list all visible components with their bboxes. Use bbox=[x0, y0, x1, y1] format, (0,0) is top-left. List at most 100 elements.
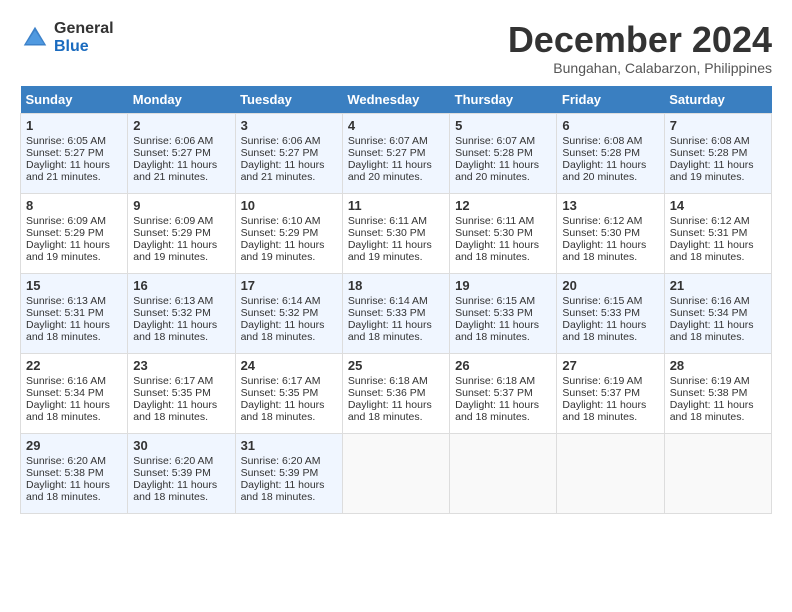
day-info-line: Sunrise: 6:20 AM bbox=[26, 455, 122, 467]
day-info-line: Sunrise: 6:17 AM bbox=[133, 375, 229, 387]
day-info-line: Sunset: 5:27 PM bbox=[241, 147, 337, 159]
day-number: 9 bbox=[133, 198, 229, 213]
day-number: 17 bbox=[241, 278, 337, 293]
logo: General Blue bbox=[20, 20, 114, 55]
day-number: 25 bbox=[348, 358, 444, 373]
day-info-line: Sunrise: 6:13 AM bbox=[26, 295, 122, 307]
day-info-line: and 20 minutes. bbox=[348, 171, 444, 183]
day-info-line: Sunset: 5:33 PM bbox=[455, 307, 551, 319]
day-info-line: Sunset: 5:27 PM bbox=[26, 147, 122, 159]
day-info-line: Sunrise: 6:07 AM bbox=[348, 135, 444, 147]
day-info-line: Daylight: 11 hours bbox=[455, 239, 551, 251]
day-info-line: Sunset: 5:27 PM bbox=[133, 147, 229, 159]
day-number: 12 bbox=[455, 198, 551, 213]
col-header-monday: Monday bbox=[128, 86, 235, 114]
calendar-week-row: 1Sunrise: 6:05 AMSunset: 5:27 PMDaylight… bbox=[21, 113, 772, 193]
calendar-cell: 9Sunrise: 6:09 AMSunset: 5:29 PMDaylight… bbox=[128, 193, 235, 273]
calendar-cell: 24Sunrise: 6:17 AMSunset: 5:35 PMDayligh… bbox=[235, 353, 342, 433]
day-info-line: and 18 minutes. bbox=[26, 491, 122, 503]
calendar-cell: 25Sunrise: 6:18 AMSunset: 5:36 PMDayligh… bbox=[342, 353, 449, 433]
day-info-line: and 19 minutes. bbox=[241, 251, 337, 263]
day-info-line: Daylight: 11 hours bbox=[348, 159, 444, 171]
calendar-cell: 12Sunrise: 6:11 AMSunset: 5:30 PMDayligh… bbox=[450, 193, 557, 273]
day-info-line: Sunset: 5:31 PM bbox=[670, 227, 766, 239]
day-number: 4 bbox=[348, 118, 444, 133]
day-info-line: and 19 minutes. bbox=[348, 251, 444, 263]
day-info-line: Daylight: 11 hours bbox=[670, 159, 766, 171]
day-number: 1 bbox=[26, 118, 122, 133]
day-number: 13 bbox=[562, 198, 658, 213]
day-number: 21 bbox=[670, 278, 766, 293]
month-title: December 2024 bbox=[508, 20, 772, 60]
day-info-line: Sunrise: 6:15 AM bbox=[562, 295, 658, 307]
day-info-line: Daylight: 11 hours bbox=[455, 319, 551, 331]
day-info-line: Sunset: 5:28 PM bbox=[562, 147, 658, 159]
day-number: 11 bbox=[348, 198, 444, 213]
day-info-line: Daylight: 11 hours bbox=[241, 319, 337, 331]
day-info-line: Sunrise: 6:18 AM bbox=[348, 375, 444, 387]
day-info-line: Sunrise: 6:12 AM bbox=[562, 215, 658, 227]
day-info-line: Daylight: 11 hours bbox=[670, 399, 766, 411]
calendar-cell: 20Sunrise: 6:15 AMSunset: 5:33 PMDayligh… bbox=[557, 273, 664, 353]
day-info-line: Sunset: 5:33 PM bbox=[562, 307, 658, 319]
calendar-cell: 27Sunrise: 6:19 AMSunset: 5:37 PMDayligh… bbox=[557, 353, 664, 433]
day-info-line: Sunset: 5:30 PM bbox=[348, 227, 444, 239]
day-info-line: and 21 minutes. bbox=[241, 171, 337, 183]
day-number: 14 bbox=[670, 198, 766, 213]
day-info-line: Daylight: 11 hours bbox=[241, 239, 337, 251]
day-info-line: Sunrise: 6:07 AM bbox=[455, 135, 551, 147]
day-info-line: Daylight: 11 hours bbox=[562, 399, 658, 411]
day-number: 15 bbox=[26, 278, 122, 293]
day-number: 16 bbox=[133, 278, 229, 293]
day-info-line: Sunrise: 6:05 AM bbox=[26, 135, 122, 147]
logo-icon bbox=[20, 23, 50, 53]
day-number: 2 bbox=[133, 118, 229, 133]
day-info-line: Sunset: 5:39 PM bbox=[133, 467, 229, 479]
day-info-line: Daylight: 11 hours bbox=[26, 399, 122, 411]
day-info-line: Sunset: 5:28 PM bbox=[455, 147, 551, 159]
day-info-line: Sunrise: 6:11 AM bbox=[455, 215, 551, 227]
day-number: 26 bbox=[455, 358, 551, 373]
day-info-line: Sunrise: 6:12 AM bbox=[670, 215, 766, 227]
day-info-line: Sunset: 5:29 PM bbox=[26, 227, 122, 239]
day-info-line: Daylight: 11 hours bbox=[133, 479, 229, 491]
day-info-line: Sunrise: 6:06 AM bbox=[133, 135, 229, 147]
day-info-line: Sunset: 5:35 PM bbox=[133, 387, 229, 399]
day-info-line: Daylight: 11 hours bbox=[26, 159, 122, 171]
day-info-line: and 18 minutes. bbox=[455, 251, 551, 263]
day-info-line: and 18 minutes. bbox=[670, 251, 766, 263]
calendar-cell: 13Sunrise: 6:12 AMSunset: 5:30 PMDayligh… bbox=[557, 193, 664, 273]
day-number: 27 bbox=[562, 358, 658, 373]
day-info-line: Sunrise: 6:17 AM bbox=[241, 375, 337, 387]
calendar-cell: 17Sunrise: 6:14 AMSunset: 5:32 PMDayligh… bbox=[235, 273, 342, 353]
day-info-line: and 18 minutes. bbox=[670, 331, 766, 343]
day-info-line: Daylight: 11 hours bbox=[455, 399, 551, 411]
col-header-wednesday: Wednesday bbox=[342, 86, 449, 114]
day-info-line: and 18 minutes. bbox=[241, 491, 337, 503]
day-number: 10 bbox=[241, 198, 337, 213]
calendar-table: SundayMondayTuesdayWednesdayThursdayFrid… bbox=[20, 86, 772, 514]
day-info-line: Daylight: 11 hours bbox=[562, 239, 658, 251]
day-info-line: Daylight: 11 hours bbox=[133, 239, 229, 251]
day-info-line: and 20 minutes. bbox=[455, 171, 551, 183]
logo-general-text: General bbox=[54, 20, 114, 38]
day-info-line: Sunset: 5:31 PM bbox=[26, 307, 122, 319]
day-info-line: Sunrise: 6:08 AM bbox=[562, 135, 658, 147]
calendar-cell: 18Sunrise: 6:14 AMSunset: 5:33 PMDayligh… bbox=[342, 273, 449, 353]
day-info-line: Sunrise: 6:15 AM bbox=[455, 295, 551, 307]
calendar-cell: 5Sunrise: 6:07 AMSunset: 5:28 PMDaylight… bbox=[450, 113, 557, 193]
day-info-line: Daylight: 11 hours bbox=[348, 319, 444, 331]
calendar-cell: 22Sunrise: 6:16 AMSunset: 5:34 PMDayligh… bbox=[21, 353, 128, 433]
col-header-friday: Friday bbox=[557, 86, 664, 114]
day-number: 31 bbox=[241, 438, 337, 453]
day-info-line: Sunrise: 6:13 AM bbox=[133, 295, 229, 307]
calendar-cell bbox=[664, 433, 771, 513]
day-number: 7 bbox=[670, 118, 766, 133]
day-info-line: Daylight: 11 hours bbox=[455, 159, 551, 171]
calendar-cell: 6Sunrise: 6:08 AMSunset: 5:28 PMDaylight… bbox=[557, 113, 664, 193]
calendar-cell: 19Sunrise: 6:15 AMSunset: 5:33 PMDayligh… bbox=[450, 273, 557, 353]
day-info-line: Sunrise: 6:20 AM bbox=[133, 455, 229, 467]
calendar-week-row: 22Sunrise: 6:16 AMSunset: 5:34 PMDayligh… bbox=[21, 353, 772, 433]
day-number: 23 bbox=[133, 358, 229, 373]
calendar-cell: 14Sunrise: 6:12 AMSunset: 5:31 PMDayligh… bbox=[664, 193, 771, 273]
